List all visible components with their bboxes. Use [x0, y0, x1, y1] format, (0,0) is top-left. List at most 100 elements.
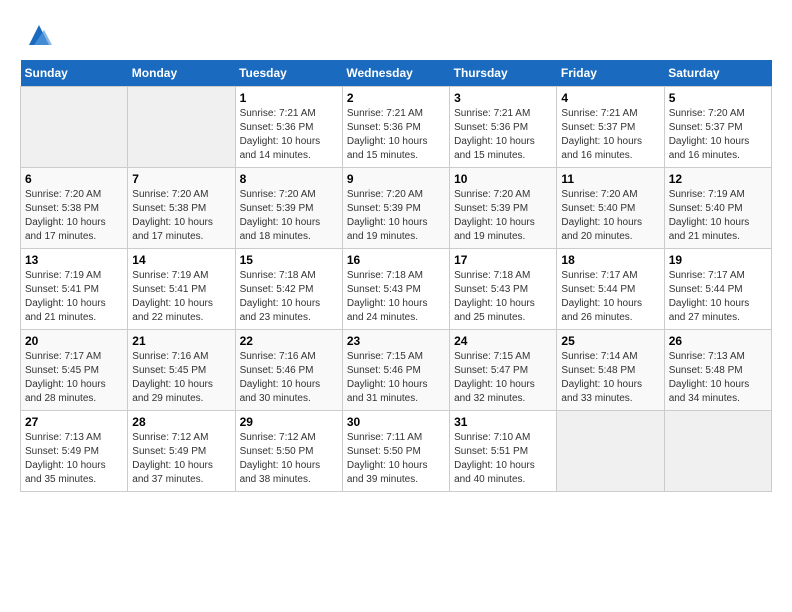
calendar-cell: 5 Sunrise: 7:20 AM Sunset: 5:37 PM Daylig…: [664, 87, 771, 168]
day-number: 16: [347, 253, 445, 267]
calendar-header-friday: Friday: [557, 60, 664, 87]
calendar-cell: 18 Sunrise: 7:17 AM Sunset: 5:44 PM Dayli…: [557, 249, 664, 330]
day-info: Sunrise: 7:20 AM Sunset: 5:39 PM Dayligh…: [454, 188, 552, 244]
day-info: Sunrise: 7:11 AM Sunset: 5:50 PM Dayligh…: [347, 431, 445, 487]
day-info: Sunrise: 7:20 AM Sunset: 5:37 PM Dayligh…: [669, 107, 767, 163]
calendar-cell: 19 Sunrise: 7:17 AM Sunset: 5:44 PM Dayli…: [664, 249, 771, 330]
calendar-cell: 16 Sunrise: 7:18 AM Sunset: 5:43 PM Dayli…: [342, 249, 449, 330]
calendar-cell: 25 Sunrise: 7:14 AM Sunset: 5:48 PM Dayli…: [557, 330, 664, 411]
day-number: 26: [669, 334, 767, 348]
calendar-cell: 15Sunrise: 7:18 AM Sunset: 5:42 PM Dayli…: [235, 249, 342, 330]
day-number: 8: [240, 172, 338, 186]
day-number: 9: [347, 172, 445, 186]
calendar-cell: [664, 411, 771, 492]
day-info: Sunrise: 7:14 AM Sunset: 5:48 PM Dayligh…: [561, 350, 659, 406]
calendar-cell: 7 Sunrise: 7:20 AM Sunset: 5:38 PM Daylig…: [128, 168, 235, 249]
calendar-cell: 2Sunrise: 7:21 AM Sunset: 5:36 PM Daylig…: [342, 87, 449, 168]
day-number: 19: [669, 253, 767, 267]
logo-icon: [24, 20, 54, 50]
day-info: Sunrise: 7:20 AM Sunset: 5:40 PM Dayligh…: [561, 188, 659, 244]
day-number: 24: [454, 334, 552, 348]
calendar-cell: 28 Sunrise: 7:12 AM Sunset: 5:49 PM Dayli…: [128, 411, 235, 492]
day-number: 3: [454, 91, 552, 105]
page-header: [20, 20, 772, 50]
calendar-cell: [21, 87, 128, 168]
day-info: Sunrise: 7:19 AM Sunset: 5:41 PM Dayligh…: [25, 269, 123, 325]
day-number: 29: [240, 415, 338, 429]
day-number: 15: [240, 253, 338, 267]
calendar-cell: 29 Sunrise: 7:12 AM Sunset: 5:50 PM Dayli…: [235, 411, 342, 492]
day-number: 23: [347, 334, 445, 348]
day-number: 12: [669, 172, 767, 186]
calendar-cell: 26 Sunrise: 7:13 AM Sunset: 5:48 PM Dayli…: [664, 330, 771, 411]
day-info: Sunrise: 7:17 AM Sunset: 5:44 PM Dayligh…: [669, 269, 767, 325]
calendar-header-tuesday: Tuesday: [235, 60, 342, 87]
day-number: 20: [25, 334, 123, 348]
calendar-cell: 12 Sunrise: 7:19 AM Sunset: 5:40 PM Dayli…: [664, 168, 771, 249]
day-number: 27: [25, 415, 123, 429]
day-info: Sunrise: 7:16 AM Sunset: 5:45 PM Dayligh…: [132, 350, 230, 406]
calendar-week-row: 13Sunrise: 7:19 AM Sunset: 5:41 PM Dayli…: [21, 249, 772, 330]
day-info: Sunrise: 7:16 AM Sunset: 5:46 PM Dayligh…: [240, 350, 338, 406]
day-number: 10: [454, 172, 552, 186]
day-info: Sunrise: 7:21 AM Sunset: 5:36 PM Dayligh…: [240, 107, 338, 163]
day-info: Sunrise: 7:10 AM Sunset: 5:51 PM Dayligh…: [454, 431, 552, 487]
calendar-header-wednesday: Wednesday: [342, 60, 449, 87]
day-info: Sunrise: 7:21 AM Sunset: 5:37 PM Dayligh…: [561, 107, 659, 163]
day-number: 7: [132, 172, 230, 186]
day-number: 14: [132, 253, 230, 267]
day-number: 6: [25, 172, 123, 186]
day-number: 21: [132, 334, 230, 348]
day-info: Sunrise: 7:19 AM Sunset: 5:41 PM Dayligh…: [132, 269, 230, 325]
calendar-cell: 24 Sunrise: 7:15 AM Sunset: 5:47 PM Dayli…: [450, 330, 557, 411]
day-info: Sunrise: 7:15 AM Sunset: 5:47 PM Dayligh…: [454, 350, 552, 406]
day-number: 1: [240, 91, 338, 105]
calendar-cell: 3 Sunrise: 7:21 AM Sunset: 5:36 PM Daylig…: [450, 87, 557, 168]
day-info: Sunrise: 7:20 AM Sunset: 5:38 PM Dayligh…: [25, 188, 123, 244]
day-number: 28: [132, 415, 230, 429]
calendar-header-row: SundayMondayTuesdayWednesdayThursdayFrid…: [21, 60, 772, 87]
day-info: Sunrise: 7:20 AM Sunset: 5:38 PM Dayligh…: [132, 188, 230, 244]
day-info: Sunrise: 7:13 AM Sunset: 5:48 PM Dayligh…: [669, 350, 767, 406]
day-info: Sunrise: 7:19 AM Sunset: 5:40 PM Dayligh…: [669, 188, 767, 244]
calendar-week-row: 6 Sunrise: 7:20 AM Sunset: 5:38 PM Daylig…: [21, 168, 772, 249]
calendar-cell: 27 Sunrise: 7:13 AM Sunset: 5:49 PM Dayli…: [21, 411, 128, 492]
calendar-cell: 11Sunrise: 7:20 AM Sunset: 5:40 PM Dayli…: [557, 168, 664, 249]
day-info: Sunrise: 7:21 AM Sunset: 5:36 PM Dayligh…: [454, 107, 552, 163]
day-info: Sunrise: 7:12 AM Sunset: 5:50 PM Dayligh…: [240, 431, 338, 487]
day-number: 25: [561, 334, 659, 348]
logo: [20, 20, 54, 50]
calendar-cell: 14 Sunrise: 7:19 AM Sunset: 5:41 PM Dayli…: [128, 249, 235, 330]
calendar-cell: 9 Sunrise: 7:20 AM Sunset: 5:39 PM Daylig…: [342, 168, 449, 249]
calendar-cell: 20 Sunrise: 7:17 AM Sunset: 5:45 PM Dayli…: [21, 330, 128, 411]
calendar-cell: 6 Sunrise: 7:20 AM Sunset: 5:38 PM Daylig…: [21, 168, 128, 249]
day-number: 5: [669, 91, 767, 105]
day-info: Sunrise: 7:17 AM Sunset: 5:45 PM Dayligh…: [25, 350, 123, 406]
calendar-week-row: 1 Sunrise: 7:21 AM Sunset: 5:36 PM Daylig…: [21, 87, 772, 168]
day-number: 18: [561, 253, 659, 267]
calendar-header-saturday: Saturday: [664, 60, 771, 87]
day-info: Sunrise: 7:12 AM Sunset: 5:49 PM Dayligh…: [132, 431, 230, 487]
day-info: Sunrise: 7:18 AM Sunset: 5:43 PM Dayligh…: [454, 269, 552, 325]
calendar-cell: 31 Sunrise: 7:10 AM Sunset: 5:51 PM Dayli…: [450, 411, 557, 492]
calendar-cell: 22Sunrise: 7:16 AM Sunset: 5:46 PM Dayli…: [235, 330, 342, 411]
calendar-cell: 21 Sunrise: 7:16 AM Sunset: 5:45 PM Dayli…: [128, 330, 235, 411]
calendar-cell: [557, 411, 664, 492]
calendar-cell: 1 Sunrise: 7:21 AM Sunset: 5:36 PM Daylig…: [235, 87, 342, 168]
calendar-cell: 10 Sunrise: 7:20 AM Sunset: 5:39 PM Dayli…: [450, 168, 557, 249]
day-info: Sunrise: 7:21 AM Sunset: 5:36 PM Dayligh…: [347, 107, 445, 163]
calendar-cell: [128, 87, 235, 168]
calendar-header-monday: Monday: [128, 60, 235, 87]
calendar-header-sunday: Sunday: [21, 60, 128, 87]
day-info: Sunrise: 7:15 AM Sunset: 5:46 PM Dayligh…: [347, 350, 445, 406]
day-info: Sunrise: 7:17 AM Sunset: 5:44 PM Dayligh…: [561, 269, 659, 325]
calendar-cell: 8Sunrise: 7:20 AM Sunset: 5:39 PM Daylig…: [235, 168, 342, 249]
calendar-cell: 23 Sunrise: 7:15 AM Sunset: 5:46 PM Dayli…: [342, 330, 449, 411]
day-number: 4: [561, 91, 659, 105]
day-info: Sunrise: 7:13 AM Sunset: 5:49 PM Dayligh…: [25, 431, 123, 487]
day-number: 17: [454, 253, 552, 267]
day-info: Sunrise: 7:20 AM Sunset: 5:39 PM Dayligh…: [347, 188, 445, 244]
day-number: 31: [454, 415, 552, 429]
calendar-table: SundayMondayTuesdayWednesdayThursdayFrid…: [20, 60, 772, 492]
day-info: Sunrise: 7:18 AM Sunset: 5:43 PM Dayligh…: [347, 269, 445, 325]
